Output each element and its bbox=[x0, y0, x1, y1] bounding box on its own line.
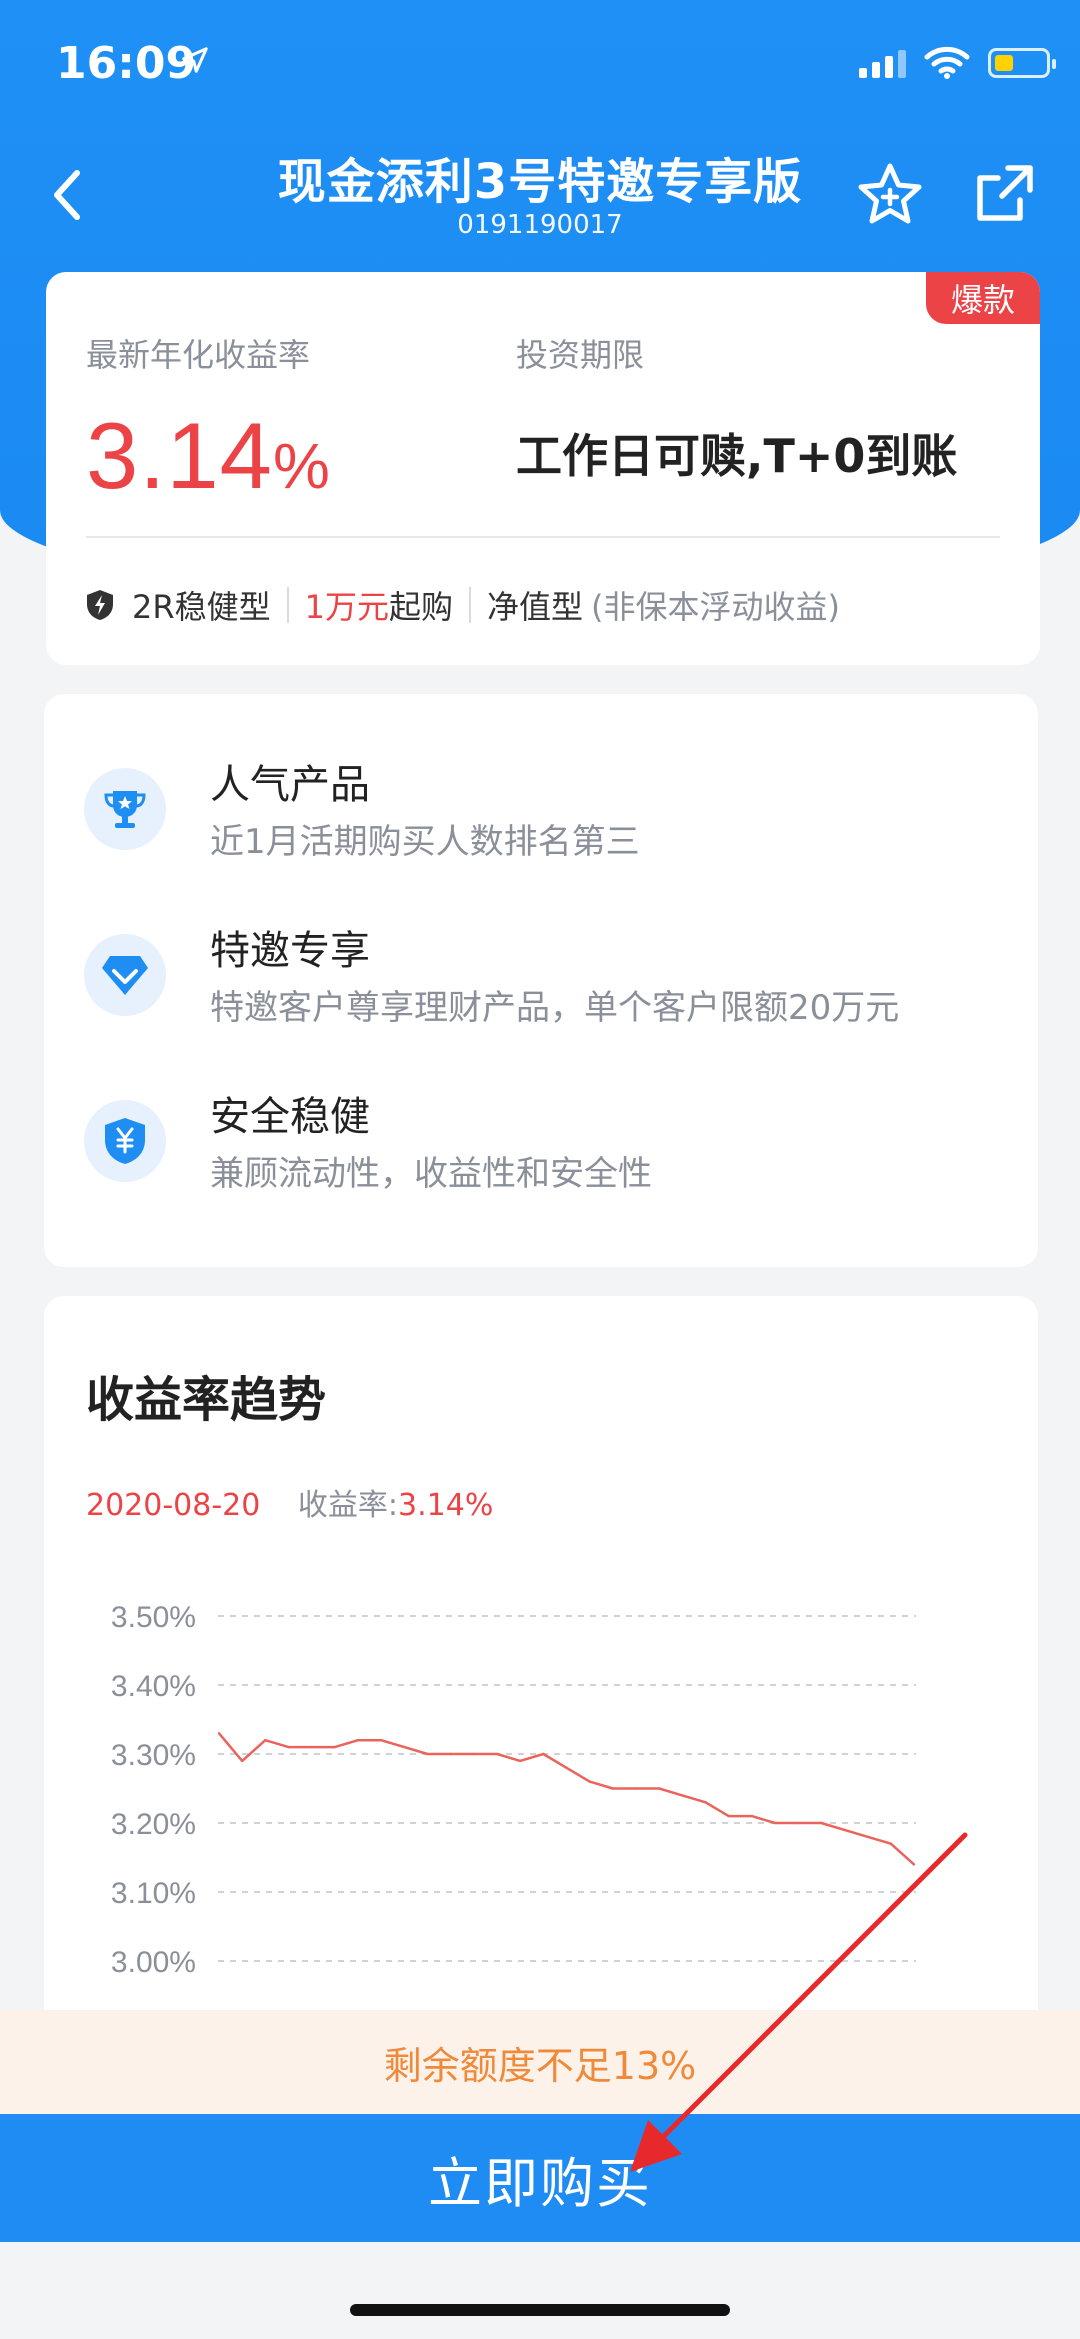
selected-rate-value: 3.14% bbox=[398, 1488, 494, 1523]
chart-title: 收益率趋势 bbox=[86, 1372, 327, 1428]
data-point bbox=[704, 1801, 707, 1804]
rate-value: 3.14% bbox=[86, 403, 331, 508]
feature-title: 安全稳健 bbox=[210, 1094, 370, 1140]
location-arrow-icon bbox=[180, 44, 210, 84]
feature-item: 特邀专享 特邀客户尊享理财产品，单个客户限额20万元 bbox=[44, 904, 1038, 1044]
favorite-star-icon[interactable] bbox=[855, 160, 925, 230]
product-type-note: (非保本浮动收益) bbox=[591, 588, 840, 626]
data-point bbox=[264, 1739, 267, 1742]
selected-rate-label: 收益率: bbox=[297, 1488, 399, 1523]
feature-title: 人气产品 bbox=[210, 762, 370, 808]
data-point bbox=[310, 1745, 313, 1749]
data-point bbox=[588, 1780, 591, 1783]
yield-trend-card: 收益率趋势 2020-08-20 收益率:3.14% 3.50% 3.40% 3.3… bbox=[44, 1296, 1038, 2056]
signal-icon bbox=[859, 48, 906, 78]
yield-series-line bbox=[218, 1732, 915, 1866]
yield-line-chart[interactable]: 3.50%3.40%3.30%3.20%3.10%3.00%2.90% bbox=[44, 1556, 1038, 2016]
trophy-icon bbox=[84, 768, 166, 850]
feature-desc: 近1月活期购买人数排名第三 bbox=[210, 822, 640, 862]
data-point bbox=[403, 1745, 406, 1749]
rate-label: 最新年化收益率 bbox=[86, 336, 311, 374]
status-icons bbox=[859, 46, 1056, 80]
divider bbox=[86, 536, 1000, 538]
data-point bbox=[287, 1745, 290, 1749]
y-tick-label: 3.20% bbox=[111, 1808, 196, 1841]
data-point bbox=[657, 1787, 661, 1790]
term-label: 投资期限 bbox=[516, 336, 645, 374]
y-tick-label: 3.30% bbox=[111, 1739, 196, 1772]
data-point bbox=[750, 1814, 754, 1818]
data-point bbox=[333, 1745, 337, 1749]
data-point bbox=[542, 1752, 545, 1756]
data-point bbox=[611, 1787, 615, 1790]
data-point bbox=[472, 1752, 476, 1756]
data-point bbox=[356, 1739, 360, 1742]
y-tick-label: 3.10% bbox=[111, 1877, 196, 1910]
y-tick-label: 3.00% bbox=[111, 1946, 196, 1979]
lightning-shield-icon bbox=[87, 590, 113, 620]
product-tags: 2R稳健型 1万元 起购 净值型 (非保本浮动收益) bbox=[86, 582, 840, 628]
status-time: 16:09 bbox=[56, 38, 197, 89]
selected-date: 2020-08-20 bbox=[86, 1488, 261, 1523]
feature-desc: 特邀客户尊享理财产品，单个客户限额20万元 bbox=[210, 988, 900, 1028]
chart-selected-info: 2020-08-20 收益率:3.14% bbox=[86, 1480, 493, 1524]
data-point bbox=[889, 1842, 893, 1845]
feature-item: 人气产品 近1月活期购买人数排名第三 bbox=[44, 738, 1038, 878]
diamond-icon bbox=[84, 934, 166, 1016]
data-point bbox=[565, 1766, 568, 1769]
data-point bbox=[866, 1835, 869, 1838]
data-point bbox=[843, 1828, 846, 1832]
data-point bbox=[379, 1739, 383, 1742]
feature-item: 安全稳健 兼顾流动性，收益性和安全性 bbox=[44, 1070, 1038, 1210]
term-value: 工作日可赎,T+0到账 bbox=[516, 429, 958, 483]
data-point bbox=[240, 1759, 244, 1763]
risk-level: 2R稳健型 bbox=[132, 588, 271, 626]
data-point bbox=[796, 1821, 800, 1825]
data-point bbox=[820, 1821, 823, 1825]
data-point bbox=[727, 1814, 730, 1818]
feature-desc: 兼顾流动性，收益性和安全性 bbox=[210, 1154, 652, 1194]
data-point bbox=[634, 1787, 638, 1790]
product-summary-card: 爆款 最新年化收益率 投资期限 3.14% 工作日可赎,T+0到账 2R稳健型 … bbox=[46, 272, 1040, 665]
status-bar: 16:09 bbox=[0, 0, 1080, 130]
y-tick-label: 3.40% bbox=[111, 1670, 196, 1703]
yuan-shield-icon bbox=[84, 1100, 166, 1182]
remaining-quota-notice: 剩余额度不足13% bbox=[0, 2010, 1080, 2114]
y-tick-label: 3.50% bbox=[111, 1601, 196, 1634]
data-point bbox=[426, 1752, 429, 1756]
share-icon[interactable] bbox=[970, 158, 1040, 228]
buy-now-button[interactable]: 立即购买 bbox=[0, 2114, 1080, 2242]
features-card: 人气产品 近1月活期购买人数排名第三 特邀专享 特邀客户尊享理财产品，单个客户限… bbox=[44, 694, 1038, 1267]
home-indicator[interactable] bbox=[350, 2304, 730, 2316]
data-point bbox=[495, 1752, 499, 1756]
wifi-icon bbox=[924, 46, 970, 79]
battery-icon bbox=[988, 48, 1056, 78]
hot-badge: 爆款 bbox=[926, 272, 1040, 324]
data-point bbox=[449, 1752, 452, 1756]
data-point bbox=[681, 1794, 684, 1797]
feature-title: 特邀专享 bbox=[210, 928, 370, 974]
data-point bbox=[217, 1732, 221, 1735]
min-suffix: 起购 bbox=[388, 588, 453, 626]
data-point bbox=[518, 1759, 522, 1763]
data-point bbox=[773, 1821, 777, 1825]
product-type: 净值型 bbox=[487, 588, 584, 626]
nav-bar: 现金添利3号特邀专享版 0191190017 bbox=[0, 130, 1080, 260]
min-amount: 1万元 bbox=[304, 588, 389, 626]
data-point bbox=[912, 1863, 916, 1866]
